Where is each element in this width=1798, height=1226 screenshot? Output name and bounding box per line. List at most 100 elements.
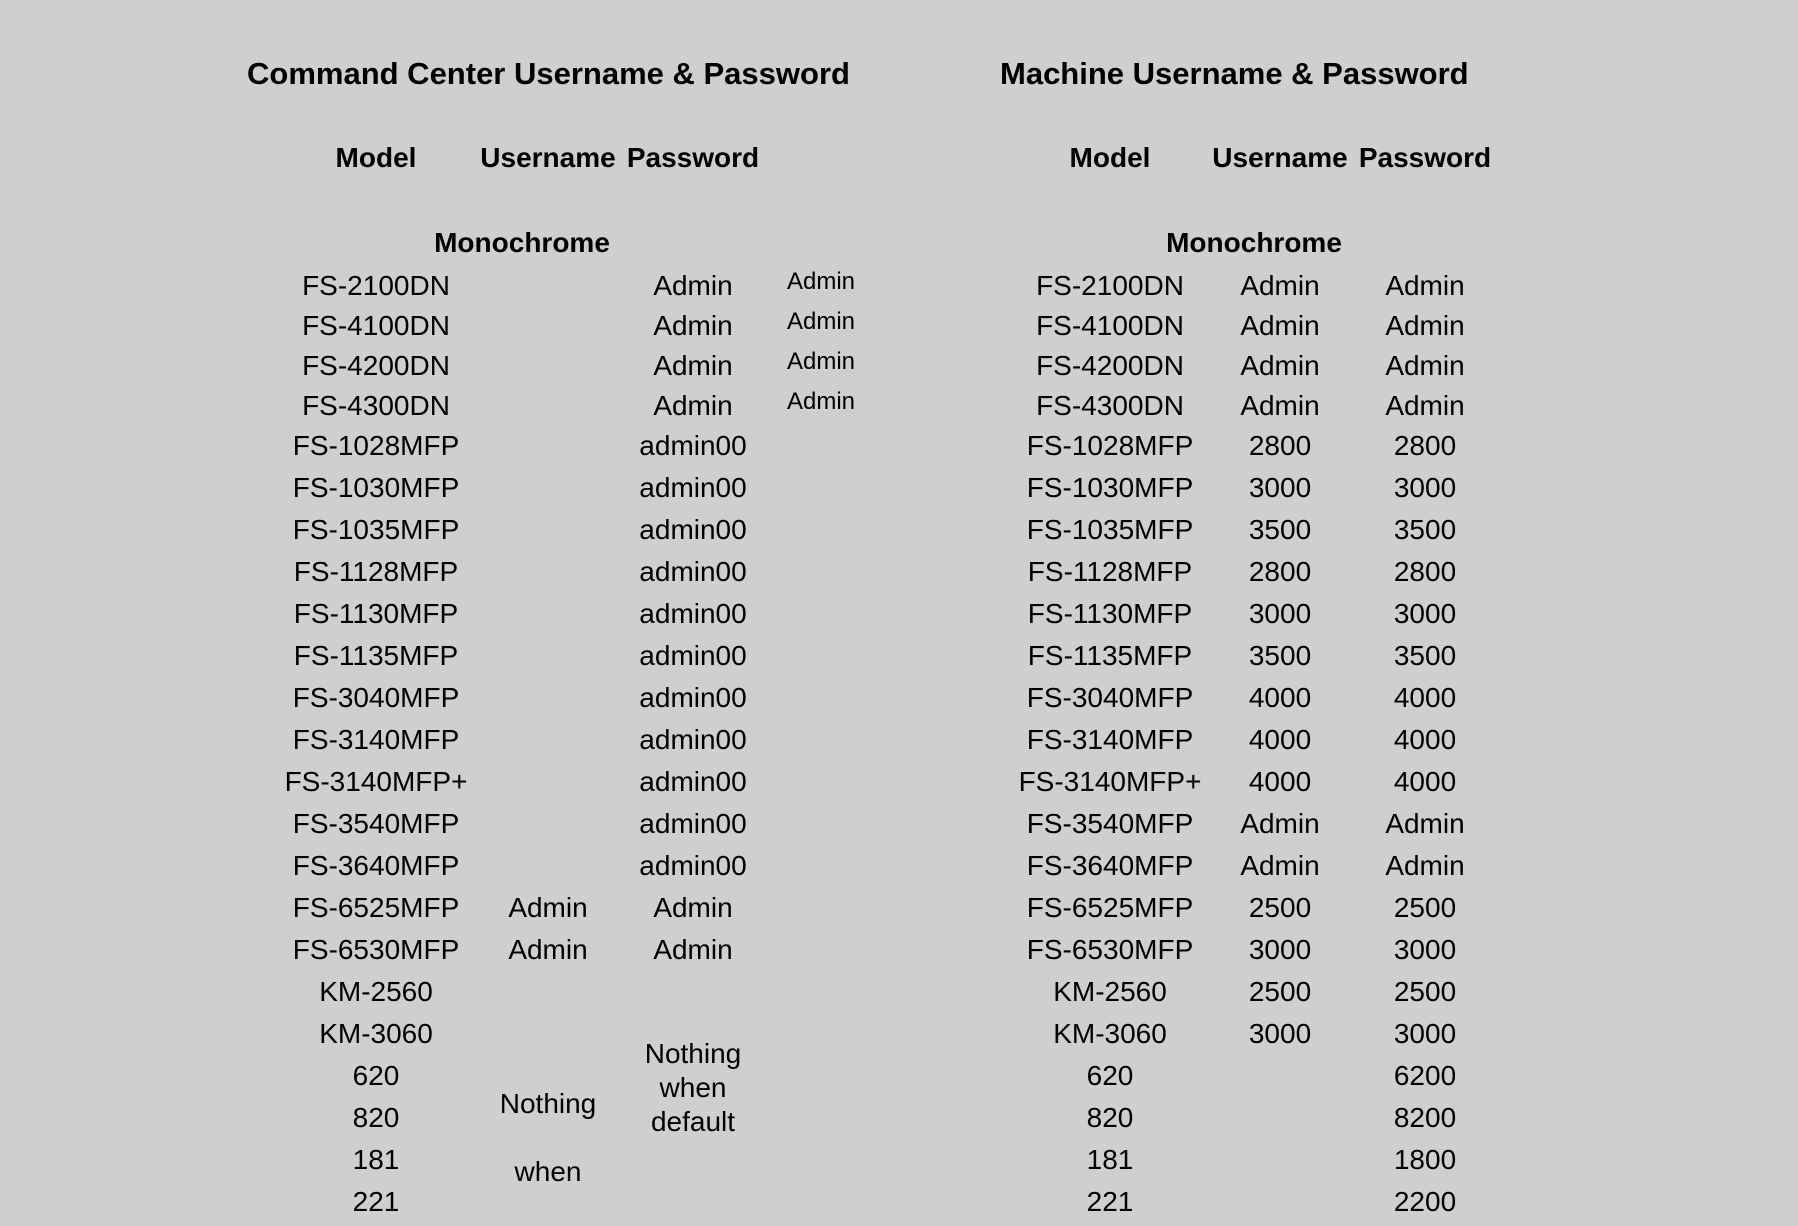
machine-model-cell: FS-1030MFP [1026, 472, 1194, 503]
machine-username-cell: 4000 [1248, 724, 1312, 755]
cc-extra-cell: Admin [786, 308, 856, 335]
machine-model-cell: FS-6530MFP [1026, 934, 1194, 965]
machine-password-cell: 3000 [1393, 472, 1457, 503]
machine-username-cell: 4000 [1248, 766, 1312, 797]
cc-password-cell: admin00 [639, 556, 747, 587]
cc-password-cell: Admin [653, 350, 733, 381]
machine-header-password: Password [1358, 142, 1492, 173]
cc-password-cell: Admin [653, 270, 733, 301]
cc-extra-cell: Admin [786, 348, 856, 375]
machine-model-cell: FS-1128MFP [1027, 556, 1193, 587]
cc-password-cell: Admin [653, 892, 733, 923]
cc-model-cell: FS-3040MFP [292, 682, 460, 713]
cc-extra-cell: Admin [786, 268, 856, 295]
cc-username-note-nothing: Nothing [499, 1088, 597, 1119]
machine-model-cell: FS-4300DN [1036, 390, 1184, 421]
machine-password-cell: Admin [1385, 270, 1465, 301]
machine-username-cell: Admin [1240, 270, 1320, 301]
cc-model-cell: FS-4300DN [302, 390, 450, 421]
machine-password-cell: 4000 [1393, 766, 1457, 797]
command-center-title: Command Center Username & Password [247, 56, 850, 91]
machine-password-cell: 6200 [1393, 1060, 1457, 1091]
cc-model-cell: FS-2100DN [302, 270, 450, 301]
cc-model-cell: FS-4200DN [302, 350, 450, 381]
machine-model-cell: FS-6525MFP [1026, 892, 1194, 923]
machine-username-cell: 3500 [1248, 640, 1312, 671]
cc-username-note-when: when [514, 1156, 582, 1187]
machine-username-cell: Admin [1240, 310, 1320, 341]
machine-username-cell: Admin [1240, 808, 1320, 839]
machine-username-cell: 2800 [1248, 556, 1312, 587]
cc-password-cell: admin00 [639, 514, 747, 545]
machine-password-cell: Admin [1385, 310, 1465, 341]
cc-model-cell: FS-1130MFP [293, 598, 459, 629]
cc-model-cell: FS-4100DN [302, 310, 450, 341]
machine-password-cell: 2500 [1393, 892, 1457, 923]
cc-password-cell: Admin [653, 934, 733, 965]
machine-username-cell: 3000 [1248, 598, 1312, 629]
cc-password-cell: Admin [653, 310, 733, 341]
cc-password-cell: admin00 [639, 640, 747, 671]
cc-model-cell: FS-1128MFP [293, 556, 459, 587]
machine-username-cell: 3000 [1248, 1018, 1312, 1049]
machine-model-cell: FS-3140MFP [1026, 724, 1194, 755]
machine-password-cell: 3000 [1393, 598, 1457, 629]
cc-model-cell: FS-6530MFP [292, 934, 460, 965]
machine-password-cell: Admin [1385, 808, 1465, 839]
cc-model-cell: FS-1035MFP [292, 514, 460, 545]
cc-model-cell: FS-1135MFP [293, 640, 459, 671]
cc-username-cell: Admin [508, 934, 588, 965]
machine-username-cell: Admin [1240, 390, 1320, 421]
machine-password-cell: Admin [1385, 390, 1465, 421]
machine-password-cell: 3500 [1393, 514, 1457, 545]
cc-model-cell: FS-6525MFP [292, 892, 460, 923]
cc-model-cell: FS-3140MFP+ [284, 766, 468, 797]
machine-model-cell: FS-1135MFP [1027, 640, 1193, 671]
cc-model-cell: 620 [352, 1060, 400, 1091]
cc-section-monochrome: Monochrome [434, 227, 610, 258]
cc-password-note: Nothing when default [644, 1038, 742, 1137]
machine-password-cell: 2500 [1393, 976, 1457, 1007]
machine-header-model: Model [1069, 142, 1151, 173]
cc-model-cell: FS-1030MFP [292, 472, 460, 503]
machine-model-cell: FS-1130MFP [1027, 598, 1193, 629]
machine-model-cell: FS-1028MFP [1026, 430, 1194, 461]
machine-password-cell: 2800 [1393, 430, 1457, 461]
machine-title: Machine Username & Password [1000, 56, 1469, 91]
machine-model-cell: KM-3060 [1053, 1018, 1167, 1049]
cc-header-username: Username [480, 142, 616, 173]
cc-model-cell: KM-2560 [319, 976, 433, 1007]
cc-model-cell: 181 [352, 1144, 400, 1175]
machine-header-username: Username [1212, 142, 1348, 173]
cc-model-cell: FS-3540MFP [292, 808, 460, 839]
machine-password-cell: Admin [1385, 350, 1465, 381]
machine-password-cell: Admin [1385, 850, 1465, 881]
cc-model-cell: 221 [352, 1186, 400, 1217]
machine-model-cell: FS-3640MFP [1026, 850, 1194, 881]
machine-username-cell: Admin [1240, 850, 1320, 881]
cc-username-cell: Admin [508, 892, 588, 923]
machine-model-cell: FS-3040MFP [1026, 682, 1194, 713]
cc-password-cell: admin00 [639, 724, 747, 755]
machine-username-cell: 3500 [1248, 514, 1312, 545]
machine-username-cell: 3000 [1248, 472, 1312, 503]
cc-extra-cell: Admin [786, 388, 856, 415]
cc-model-cell: KM-3060 [319, 1018, 433, 1049]
cc-password-cell: admin00 [639, 808, 747, 839]
machine-password-cell: 4000 [1393, 682, 1457, 713]
machine-username-cell: 4000 [1248, 682, 1312, 713]
cc-model-cell: FS-3140MFP [292, 724, 460, 755]
cc-model-cell: 820 [352, 1102, 400, 1133]
cc-header-password: Password [626, 142, 760, 173]
cc-password-cell: Admin [653, 390, 733, 421]
cc-password-cell: admin00 [639, 682, 747, 713]
machine-model-cell: FS-3540MFP [1026, 808, 1194, 839]
cc-model-cell: FS-1028MFP [292, 430, 460, 461]
cc-password-cell: admin00 [639, 472, 747, 503]
machine-model-cell: KM-2560 [1053, 976, 1167, 1007]
machine-model-cell: 221 [1086, 1186, 1134, 1217]
machine-model-cell: 181 [1086, 1144, 1134, 1175]
machine-username-cell: 2800 [1248, 430, 1312, 461]
cc-header-model: Model [335, 142, 417, 173]
machine-section-monochrome: Monochrome [1166, 227, 1342, 258]
